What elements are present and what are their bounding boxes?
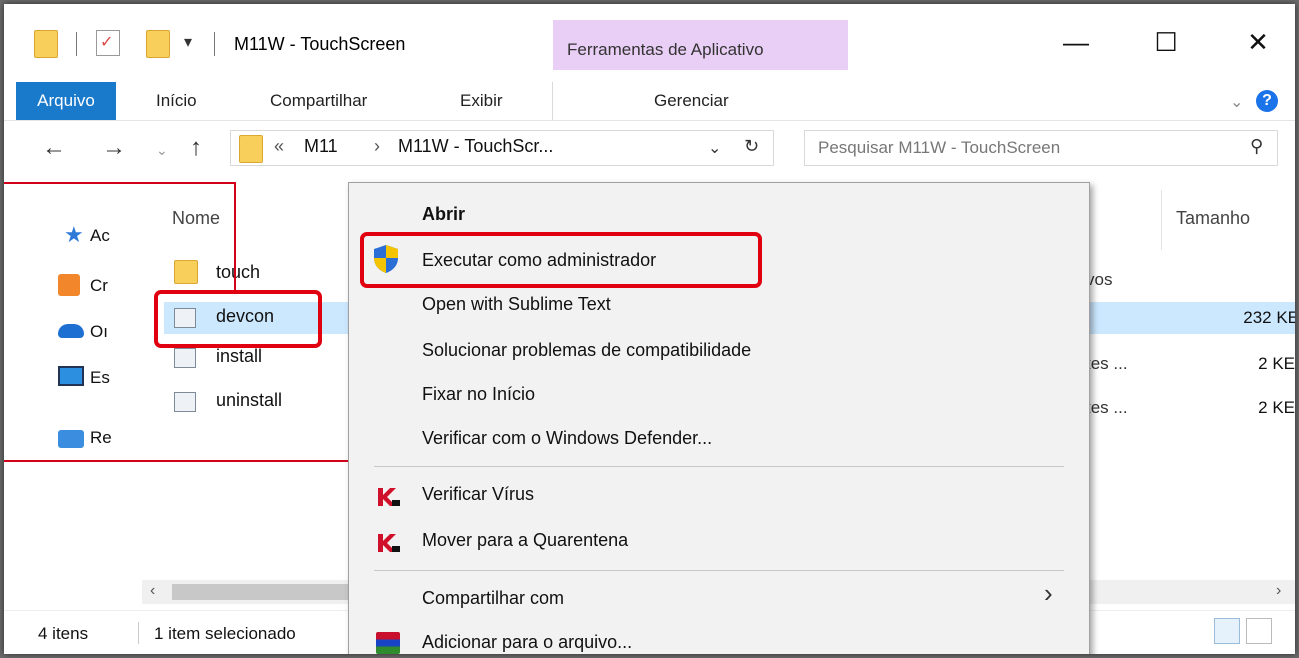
sidebar-item-quick-access[interactable]: Ac	[90, 226, 110, 246]
help-icon[interactable]: ?	[1256, 90, 1278, 112]
maximize-icon[interactable]: ☐	[1146, 22, 1186, 62]
batch-file-icon	[174, 348, 196, 368]
network-icon	[58, 430, 84, 448]
annotation-line	[234, 182, 236, 290]
menu-separator	[374, 570, 1064, 571]
creative-cloud-icon	[58, 274, 80, 296]
menu-item-open-sublime[interactable]: Open with Sublime Text	[422, 294, 611, 315]
divider	[138, 622, 139, 644]
submenu-arrow-icon: ›	[1044, 578, 1053, 608]
refresh-icon[interactable]: ↻	[744, 136, 759, 157]
file-size: 2 KE	[1258, 354, 1295, 373]
minimize-icon[interactable]: —	[1056, 22, 1096, 62]
ribbon-tab-bar	[4, 82, 1295, 121]
tab-exibir[interactable]: Exibir	[460, 82, 503, 120]
onedrive-icon	[58, 324, 84, 338]
menu-item-troubleshoot[interactable]: Solucionar problemas de compatibilidade	[422, 340, 751, 361]
breadcrumb-m11[interactable]: M11	[304, 136, 338, 157]
breadcrumb-separator[interactable]: ›	[374, 136, 380, 157]
selection-count: 1 item selecionado	[154, 624, 296, 643]
file-size: 232 KE	[1243, 308, 1295, 327]
folder-icon	[239, 135, 263, 163]
item-count: 4 itens	[38, 624, 89, 643]
divider	[552, 82, 553, 120]
breadcrumb-overflow[interactable]: «	[274, 136, 284, 157]
winrar-icon	[376, 632, 400, 654]
star-icon: ★	[64, 222, 84, 247]
menu-item-quarantine[interactable]: Mover para a Quarentena	[422, 530, 628, 551]
new-folder-icon[interactable]	[146, 30, 170, 58]
file-name[interactable]: install	[216, 346, 262, 367]
menu-item-open[interactable]: Abrir	[422, 204, 465, 225]
details-view-icon[interactable]	[1214, 618, 1240, 644]
sidebar-item-onedrive[interactable]: Oı	[90, 322, 108, 342]
column-header-size[interactable]: Tamanho	[1176, 208, 1250, 229]
window-title: M11W - TouchScreen	[234, 34, 406, 54]
batch-file-icon	[174, 392, 196, 412]
sidebar-item-creative-cloud[interactable]: Cr	[90, 276, 108, 296]
expand-ribbon-icon[interactable]: ⌄	[1230, 92, 1243, 112]
file-type: tes ...	[1086, 398, 1128, 417]
context-tools-label: Ferramentas de Aplicativo	[567, 40, 764, 59]
scroll-right-icon[interactable]: ›	[1276, 582, 1281, 600]
back-arrow-icon[interactable]: ←	[42, 134, 66, 162]
menu-item-share-with[interactable]: Compartilhar com	[422, 588, 564, 609]
highlight-box-run-as-admin	[360, 232, 762, 288]
menu-item-defender[interactable]: Verificar com o Windows Defender...	[422, 428, 712, 449]
search-icon[interactable]: ⚲	[1250, 136, 1263, 157]
menu-item-pin-start[interactable]: Fixar no Início	[422, 384, 535, 405]
kaspersky-icon	[378, 488, 400, 506]
recent-locations-icon[interactable]: ⌄	[156, 142, 168, 159]
large-icons-view-icon[interactable]	[1246, 618, 1272, 644]
context-tools-header: Ferramentas de Aplicativo	[553, 20, 848, 70]
explorer-window: ✓ ▾ M11W - TouchScreen Ferramentas de Ap…	[4, 4, 1295, 654]
file-size: 2 KE	[1258, 398, 1295, 417]
divider	[214, 32, 215, 56]
menu-item-add-archive[interactable]: Adicionar para o arquivo...	[422, 632, 632, 653]
tab-inicio[interactable]: Início	[156, 82, 197, 120]
folder-icon	[174, 260, 198, 284]
file-name[interactable]: uninstall	[216, 390, 282, 411]
kaspersky-icon	[378, 534, 400, 552]
sidebar-item-network[interactable]: Re	[90, 428, 112, 448]
scrollbar-thumb[interactable]	[172, 584, 352, 600]
scroll-left-icon[interactable]: ‹	[150, 582, 155, 600]
sidebar-item-this-pc[interactable]: Es	[90, 368, 110, 388]
folder-icon	[34, 30, 58, 58]
tab-arquivo[interactable]: Arquivo	[16, 82, 116, 120]
up-arrow-icon[interactable]: ↑	[190, 134, 202, 162]
divider	[76, 32, 77, 56]
annotation-line	[4, 182, 236, 184]
column-header-name[interactable]: Nome	[172, 208, 220, 229]
search-input[interactable]: Pesquisar M11W - TouchScreen	[818, 138, 1060, 158]
close-icon[interactable]: ✕	[1238, 22, 1278, 62]
breadcrumb-m11w[interactable]: M11W - TouchScr...	[398, 136, 553, 157]
menu-separator	[374, 466, 1064, 467]
address-dropdown-icon[interactable]: ⌄	[708, 138, 721, 158]
properties-icon[interactable]: ✓	[96, 30, 120, 56]
menu-item-scan-virus[interactable]: Verificar Vírus	[422, 484, 534, 505]
forward-arrow-icon[interactable]: →	[102, 134, 126, 162]
tab-compartilhar[interactable]: Compartilhar	[270, 82, 367, 120]
highlight-box-devcon	[154, 290, 322, 348]
tab-gerenciar[interactable]: Gerenciar	[654, 82, 729, 120]
file-type: tes ...	[1086, 354, 1128, 373]
file-name[interactable]: touch	[216, 262, 260, 283]
customize-toolbar-icon[interactable]: ▾	[184, 32, 192, 52]
this-pc-icon	[58, 366, 84, 386]
column-divider	[1161, 190, 1162, 250]
